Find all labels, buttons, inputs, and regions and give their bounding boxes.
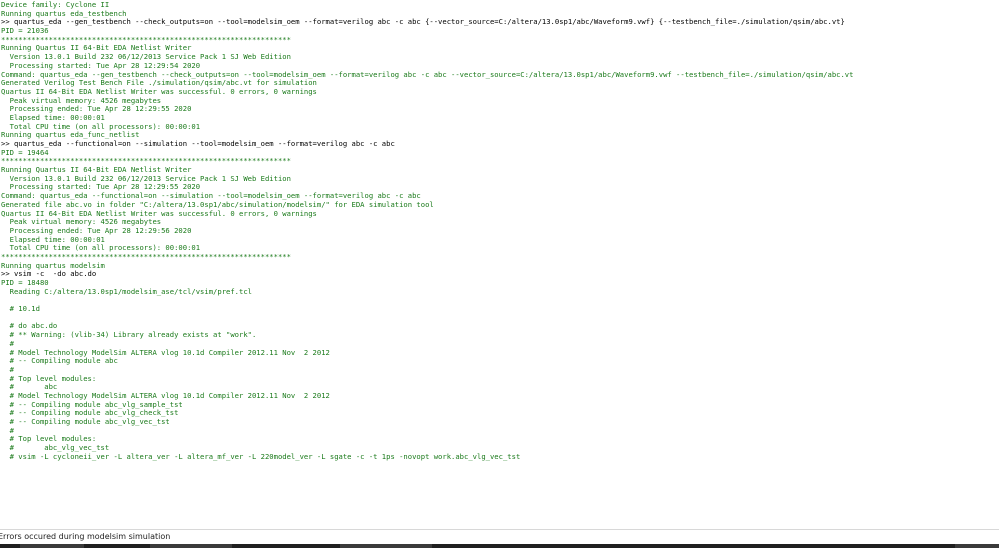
taskbar-strip xyxy=(0,544,999,548)
taskbar-item[interactable] xyxy=(955,544,999,548)
console-line: # -- Compiling module abc_vlg_check_tst xyxy=(1,409,179,418)
taskbar-item[interactable] xyxy=(20,544,84,548)
console-line: # ** Warning: (vlib-34) Library already … xyxy=(1,331,257,340)
console-line: ****************************************… xyxy=(1,157,291,166)
console-line: Command: quartus_eda --functional=on --s… xyxy=(1,192,421,201)
console-line: Running Quartus II 64-Bit EDA Netlist Wr… xyxy=(1,44,192,53)
console-line: Version 13.0.1 Build 232 06/12/2013 Serv… xyxy=(1,174,291,183)
console-line: Quartus II 64-Bit EDA Netlist Writer was… xyxy=(1,209,317,218)
console-line: Device family: Cyclone II xyxy=(1,1,110,9)
console-line: Total CPU time (on all processors): 00:0… xyxy=(1,122,201,131)
status-message: Errors occured during modelsim simulatio… xyxy=(0,532,171,541)
console-line: Total CPU time (on all processors): 00:0… xyxy=(1,244,201,253)
console-line: Version 13.0.1 Build 232 06/12/2013 Serv… xyxy=(1,53,291,62)
console-line: Running Quartus II 64-Bit EDA Netlist Wr… xyxy=(1,166,192,175)
console-line: Reading C:/altera/13.0sp1/modelsim_ase/t… xyxy=(1,287,252,296)
console-line: # Top level modules: xyxy=(1,435,97,444)
console-line: Processing started: Tue Apr 28 12:29:55 … xyxy=(1,183,201,192)
console-line: Running quartus eda_func_netlist xyxy=(1,131,140,140)
console-line: PID = 18480 xyxy=(1,279,49,287)
console-line: Elapsed time: 00:00:01 xyxy=(1,235,105,244)
taskbar-item[interactable] xyxy=(340,544,432,548)
taskbar-item[interactable] xyxy=(150,544,232,548)
console-line: Running quartus eda_testbench xyxy=(1,9,127,18)
console-line: Quartus II 64-Bit EDA Netlist Writer was… xyxy=(1,87,317,96)
console-line: ****************************************… xyxy=(1,252,291,261)
console-command-line: >> quartus_eda --gen_testbench --check_o… xyxy=(1,18,845,27)
console-line: Processing ended: Tue Apr 28 12:29:55 20… xyxy=(1,105,192,114)
console-line: # -- Compiling module abc_vlg_sample_tst xyxy=(1,400,183,409)
console-line: Processing started: Tue Apr 28 12:29:54 … xyxy=(1,61,201,70)
status-bar: Errors occured during modelsim simulatio… xyxy=(0,529,999,544)
console-line: Peak virtual memory: 4526 megabytes xyxy=(1,218,162,227)
console-line: # vsim -L cycloneii_ver -L altera_ver -L… xyxy=(1,452,521,461)
console-command-line: >> quartus_eda --functional=on --simulat… xyxy=(1,140,395,148)
console-line: # abc_vlg_vec_tst xyxy=(1,444,110,453)
console-line: Generated Verilog Test Bench File ./simu… xyxy=(1,79,317,88)
console-line: Peak virtual memory: 4526 megabytes xyxy=(1,96,162,105)
console-command-line: >> vsim -c -do abc.do xyxy=(1,270,97,279)
console-line: # xyxy=(1,365,14,374)
console-line: # -- Compiling module abc_vlg_vec_tst xyxy=(1,418,170,426)
console-line: PID = 19464 xyxy=(1,148,49,157)
console-line: Elapsed time: 00:00:01 xyxy=(1,113,105,122)
simulation-output-window: Device family: Cyclone II Running quartus… xyxy=(0,0,999,548)
console-line: ****************************************… xyxy=(1,35,291,44)
console-line: # abc xyxy=(1,383,58,392)
console-line: Running quartus modelsim xyxy=(1,261,105,270)
console-line: Command: quartus_eda --gen_testbench --c… xyxy=(1,70,854,79)
console-line: # 10.1d xyxy=(1,305,40,314)
console-line: # xyxy=(1,426,14,435)
console-line: # xyxy=(1,339,14,348)
console-output[interactable]: Device family: Cyclone II Running quartus… xyxy=(0,0,999,528)
console-line: PID = 21036 xyxy=(1,27,49,36)
console-line: # Model Technology ModelSim ALTERA vlog … xyxy=(1,391,330,400)
console-line: # Model Technology ModelSim ALTERA vlog … xyxy=(1,348,330,357)
console-line: Generated file abc.vo in folder "C:/alte… xyxy=(1,200,434,209)
console-line: # Top level modules: xyxy=(1,374,97,383)
console-line: # -- Compiling module abc xyxy=(1,357,118,366)
console-line: Processing ended: Tue Apr 28 12:29:56 20… xyxy=(1,226,192,235)
console-line: # do abc.do xyxy=(1,322,58,331)
